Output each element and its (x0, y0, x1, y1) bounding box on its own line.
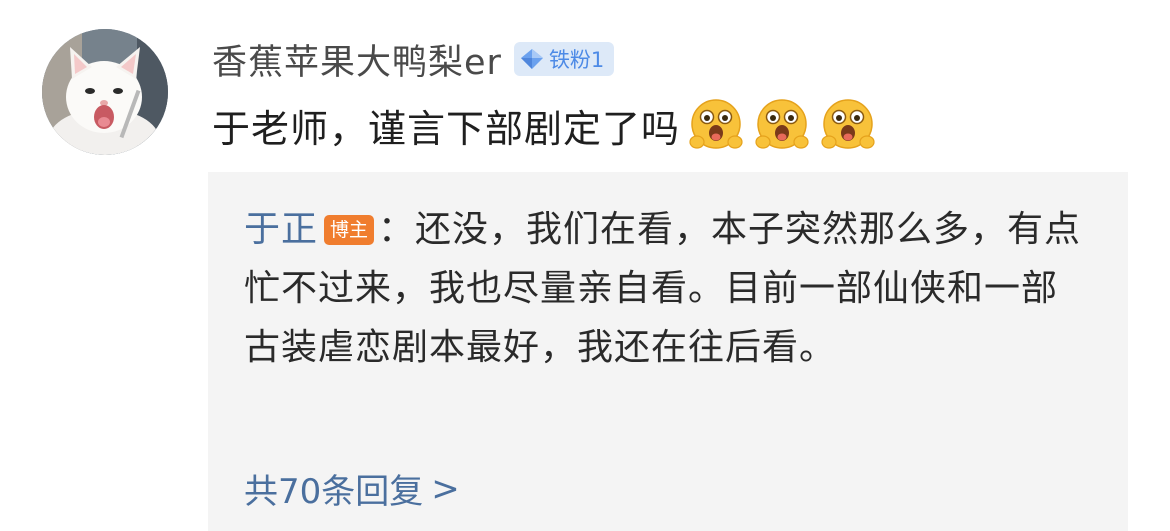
reply-content: 于正 博主 ：还没，我们在看，本子突然那么多，有点忙不过来，我也尽量亲自看。目前一部… (244, 200, 1094, 377)
comment-item: 香蕉苹果大鸭梨er 铁粉1 于老师，谨言下部剧定了吗 于正 博主 ：还没，我们在… (0, 0, 1170, 531)
more-replies-link[interactable]: 共70条回复 > (244, 464, 460, 513)
diamond-icon (520, 49, 543, 69)
username[interactable]: 香蕉苹果大鸭梨er (212, 34, 502, 85)
comment-text: 于老师，谨言下部剧定了吗 (212, 106, 681, 151)
excited-face-icon (821, 99, 875, 149)
fan-badge-label: 铁粉1 (548, 48, 605, 72)
fan-badge[interactable]: 铁粉1 (513, 42, 615, 76)
reply-author[interactable]: 于正 (244, 209, 318, 250)
reply-colon: ： (378, 209, 416, 250)
excited-face-icon (755, 99, 809, 149)
more-replies-label: 共70条回复 (244, 472, 424, 512)
emoji-group (688, 97, 876, 153)
host-badge: 博主 (324, 215, 375, 245)
comment-text-row: 于老师，谨言下部剧定了吗 (212, 95, 876, 155)
username-row: 香蕉苹果大鸭梨er 铁粉1 (212, 34, 615, 85)
white-kitten-avatar (42, 29, 168, 155)
chevron-right-icon: > (431, 468, 460, 509)
excited-face-icon (689, 99, 743, 149)
avatar[interactable] (42, 29, 168, 155)
reply-box[interactable]: 于正 博主 ：还没，我们在看，本子突然那么多，有点忙不过来，我也尽量亲自看。目前一部… (208, 172, 1128, 531)
